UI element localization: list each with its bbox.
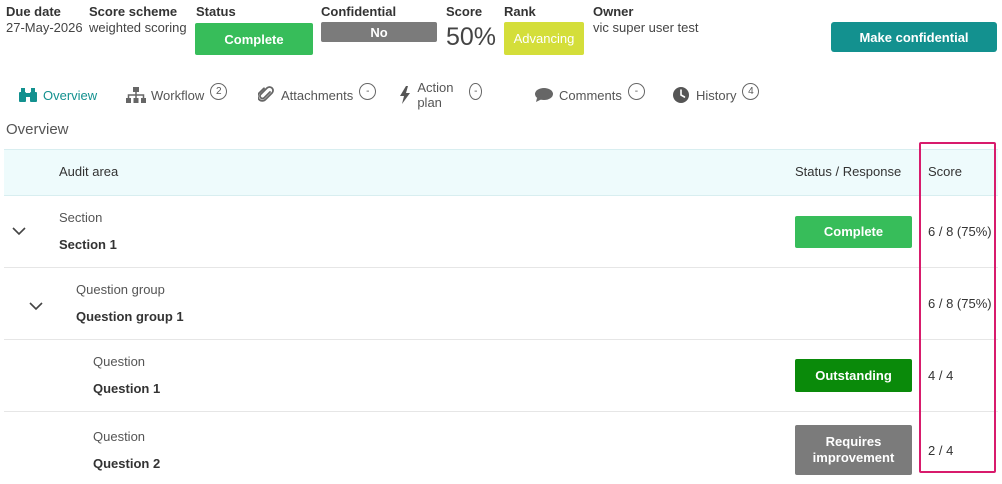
row-name: Question group 1 xyxy=(76,309,184,324)
row-score: 6 / 8 (75%) xyxy=(928,224,992,239)
row-type: Section xyxy=(59,210,103,225)
row-type: Question xyxy=(93,354,146,369)
tab-action-plan[interactable]: Action plan - xyxy=(398,80,483,110)
table-row-question-1: Question Question 1 Outstanding 4 / 4 xyxy=(4,340,998,412)
response-badge: Requires improvement xyxy=(795,425,912,475)
col-score: Score xyxy=(928,164,962,179)
tab-workflow-count: 2 xyxy=(210,82,228,100)
table-row-question-group-1: Question group Question group 1 6 / 8 (7… xyxy=(4,268,998,340)
confidential-label: Confidential xyxy=(321,4,397,19)
row-score: 4 / 4 xyxy=(928,368,954,383)
tab-comments-label: Comments xyxy=(559,87,622,103)
score-label: Score xyxy=(446,4,483,19)
table-row-question-2: Question Question 2 Requires improvement… xyxy=(4,412,998,484)
response-badge: Outstanding xyxy=(795,359,912,392)
score-scheme-label: Score scheme xyxy=(89,4,178,19)
row-type: Question group xyxy=(76,282,165,297)
tab-workflow-label: Workflow xyxy=(151,87,205,103)
score-scheme-value: weighted scoring xyxy=(89,20,187,35)
owner-value: vic super user test xyxy=(593,20,699,35)
response-badge: Complete xyxy=(795,216,912,248)
paperclip-icon xyxy=(256,85,276,105)
lightning-icon xyxy=(398,85,412,105)
tab-attachments[interactable]: Attachments - xyxy=(256,80,377,110)
row-name: Question 2 xyxy=(93,456,161,471)
row-score: 2 / 4 xyxy=(928,443,954,458)
row-name: Section 1 xyxy=(59,237,117,252)
row-score: 6 / 8 (75%) xyxy=(928,296,992,311)
tab-overview-label: Overview xyxy=(43,87,98,103)
due-date-block: Due date 27-May-2026 xyxy=(6,4,83,36)
tab-attachments-count: - xyxy=(359,82,377,100)
tab-comments-count: - xyxy=(627,82,645,100)
owner-block: Owner vic super user test xyxy=(593,4,699,36)
row-type: Question xyxy=(93,429,146,444)
due-date-label: Due date xyxy=(6,4,61,19)
score-block: Score xyxy=(446,4,482,20)
make-confidential-button[interactable]: Make confidential xyxy=(831,22,997,52)
status-label: Status xyxy=(196,4,236,19)
chevron-down-icon[interactable] xyxy=(29,298,45,314)
binoculars-icon xyxy=(18,85,38,105)
rank-block: Rank xyxy=(504,4,536,20)
tab-attachments-label: Attachments xyxy=(281,87,354,103)
owner-label: Owner xyxy=(593,4,634,19)
col-audit-area: Audit area xyxy=(59,164,119,179)
row-name: Question 1 xyxy=(93,381,161,396)
audit-table: Audit area Status / Response Score Secti… xyxy=(4,149,998,484)
status-block: Status xyxy=(196,4,236,20)
confidential-badge: No xyxy=(321,22,437,42)
rank-badge: Advancing xyxy=(504,22,584,55)
rank-label: Rank xyxy=(504,4,536,19)
table-row-section-1: Section Section 1 Complete 6 / 8 (75%) xyxy=(4,196,998,268)
col-status-response: Status / Response xyxy=(795,164,902,179)
tab-action-plan-count: - xyxy=(469,82,483,100)
tab-history[interactable]: History 4 xyxy=(671,80,760,110)
tab-action-plan-label: Action plan xyxy=(417,80,454,110)
chevron-down-icon[interactable] xyxy=(12,223,28,239)
tab-overview[interactable]: Overview xyxy=(18,80,97,110)
comment-icon xyxy=(534,85,554,105)
score-scheme-block: Score scheme weighted scoring xyxy=(89,4,187,36)
confidential-block: Confidential xyxy=(321,4,396,20)
status-badge: Complete xyxy=(195,23,313,55)
page-title: Overview xyxy=(6,121,69,138)
tab-workflow[interactable]: Workflow 2 xyxy=(126,80,228,110)
sitemap-icon xyxy=(126,85,146,105)
tab-history-count: 4 xyxy=(742,82,760,100)
score-value: 50% xyxy=(446,23,497,51)
clock-icon xyxy=(671,85,691,105)
tab-history-label: History xyxy=(696,87,737,103)
tab-comments[interactable]: Comments - xyxy=(534,80,645,110)
due-date-value: 27-May-2026 xyxy=(6,20,83,35)
table-header: Audit area Status / Response Score xyxy=(4,149,998,196)
